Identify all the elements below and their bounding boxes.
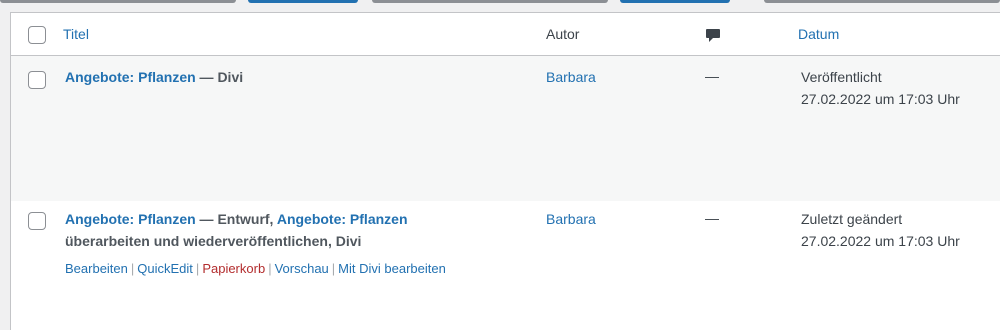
separator: | bbox=[130, 261, 135, 276]
post-state-continued: überarbeiten und wiederveröffentlichen, … bbox=[65, 233, 362, 249]
select-all-checkbox[interactable] bbox=[28, 26, 46, 44]
row-checkbox[interactable] bbox=[28, 212, 46, 230]
row-checkbox[interactable] bbox=[28, 71, 46, 89]
separator: | bbox=[331, 261, 336, 276]
row-actions: Bearbeiten | QuickEdit | Papierkorb | Vorschau… bbox=[65, 261, 446, 276]
edit-link[interactable]: Bearbeiten bbox=[65, 261, 128, 276]
toolbar-strip bbox=[0, 0, 1000, 12]
posts-table: Titel Autor Datum Angebote: Pflanzen — D… bbox=[10, 12, 1000, 330]
separator: | bbox=[268, 261, 272, 276]
post-status: Veröffentlicht bbox=[801, 69, 882, 85]
separator: | bbox=[195, 261, 200, 276]
toolbar-button[interactable] bbox=[248, 0, 358, 3]
toolbar-button[interactable] bbox=[0, 0, 236, 3]
date-cell: Zuletzt geändert 27.02.2022 um 17:03 Uhr bbox=[801, 208, 960, 252]
table-row: Angebote: Pflanzen — Entwurf, Angebote: … bbox=[11, 201, 1000, 330]
column-author: Autor bbox=[546, 26, 580, 42]
preview-link[interactable]: Vorschau bbox=[275, 261, 329, 276]
comment-count: — bbox=[705, 68, 719, 84]
row-title: Angebote: Pflanzen — Divi bbox=[65, 66, 243, 88]
author-link[interactable]: Barbara bbox=[546, 211, 596, 227]
table-header: Titel Autor Datum bbox=[11, 13, 1000, 56]
toolbar-button[interactable] bbox=[620, 0, 730, 3]
column-date[interactable]: Datum bbox=[798, 26, 839, 42]
revision-title-link[interactable]: Angebote: Pflanzen bbox=[277, 211, 408, 227]
toolbar-button[interactable] bbox=[764, 0, 1000, 3]
quickedit-link[interactable]: QuickEdit bbox=[137, 261, 193, 276]
post-status: Zuletzt geändert bbox=[801, 211, 903, 227]
post-title-link[interactable]: Angebote: Pflanzen bbox=[65, 69, 196, 85]
date-cell: Veröffentlicht 27.02.2022 um 17:03 Uhr bbox=[801, 66, 960, 110]
post-date: 27.02.2022 um 17:03 Uhr bbox=[801, 233, 960, 249]
row-title: Angebote: Pflanzen — Entwurf, Angebote: … bbox=[65, 208, 408, 230]
column-title[interactable]: Titel bbox=[63, 26, 89, 42]
post-state: — Entwurf, bbox=[195, 211, 277, 227]
post-state: — Divi bbox=[195, 69, 244, 85]
trash-link[interactable]: Papierkorb bbox=[202, 261, 265, 276]
comment-icon[interactable] bbox=[705, 27, 721, 43]
post-title-link[interactable]: Angebote: Pflanzen bbox=[65, 211, 196, 227]
author-link[interactable]: Barbara bbox=[546, 69, 596, 85]
comment-count: — bbox=[705, 210, 719, 226]
row-title-continued: überarbeiten und wiederveröffentlichen, … bbox=[65, 230, 361, 252]
divi-edit-link[interactable]: Mit Divi bearbeiten bbox=[338, 261, 446, 276]
post-date: 27.02.2022 um 17:03 Uhr bbox=[801, 91, 960, 107]
toolbar-button[interactable] bbox=[372, 0, 608, 3]
table-row: Angebote: Pflanzen — Divi Barbara — Verö… bbox=[11, 56, 1000, 201]
